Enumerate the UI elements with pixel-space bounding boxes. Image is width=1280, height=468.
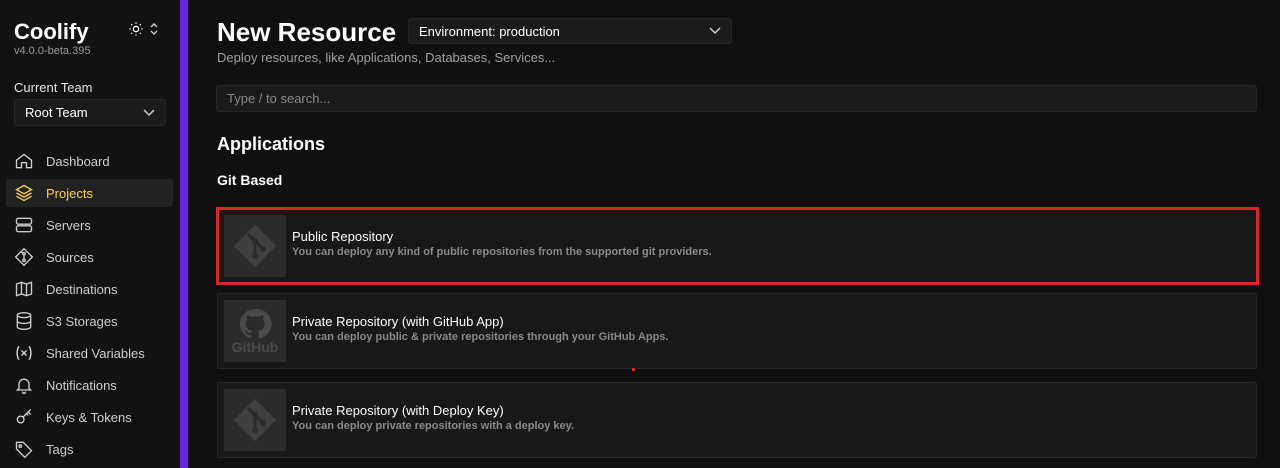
database-icon xyxy=(16,312,32,331)
sidebar-item-label: Notifications xyxy=(46,377,117,393)
subsection-heading-git-based: Git Based xyxy=(217,172,283,188)
sidebar-item-servers[interactable]: Servers xyxy=(6,211,173,239)
github-logo-text: GitHub xyxy=(231,339,279,355)
sidebar-item-label: S3 Storages xyxy=(46,313,118,329)
sidebar-item-dashboard[interactable]: Dashboard xyxy=(6,147,173,175)
card-title: Private Repository (with Deploy Key) xyxy=(292,403,504,418)
environment-select[interactable]: Environment: production xyxy=(408,18,732,44)
sidebar-item-label: Destinations xyxy=(46,281,118,297)
variable-icon xyxy=(16,345,32,361)
sidebar-item-label: Keys & Tokens xyxy=(46,409,132,425)
github-logo-icon: GitHub xyxy=(224,300,286,362)
sidebar-item-shared-variables[interactable]: Shared Variables xyxy=(6,339,173,367)
server-icon xyxy=(15,217,33,233)
current-team-label: Current Team xyxy=(14,80,93,95)
sidebar-item-s3-storages[interactable]: S3 Storages xyxy=(6,307,173,335)
sidebar-item-label: Shared Variables xyxy=(46,345,145,361)
team-select[interactable]: Root Team xyxy=(14,99,166,126)
theme-toggle[interactable] xyxy=(128,21,158,37)
sidebar: Coolify v4.0.0-beta.395 Current Team Roo… xyxy=(0,0,180,468)
resource-card-private-deploy-key[interactable]: Private Repository (with Deploy Key) You… xyxy=(217,382,1257,458)
app-version: v4.0.0-beta.395 xyxy=(14,45,91,57)
card-title: Private Repository (with GitHub App) xyxy=(292,314,504,329)
layers-icon xyxy=(15,184,33,202)
sidebar-item-label: Tags xyxy=(46,441,74,457)
search-input[interactable] xyxy=(216,85,1257,112)
sidebar-item-keys-tokens[interactable]: Keys & Tokens xyxy=(6,403,173,431)
chevron-updown-icon xyxy=(150,23,158,35)
sidebar-item-label: Dashboard xyxy=(46,153,110,169)
section-heading-applications: Applications xyxy=(217,134,326,154)
card-title: Public Repository xyxy=(292,229,394,244)
git-icon xyxy=(14,247,34,267)
map-icon xyxy=(15,281,33,297)
sidebar-item-sources[interactable]: Sources xyxy=(6,243,173,271)
sidebar-item-notifications[interactable]: Notifications xyxy=(6,371,173,399)
sidebar-item-label: Servers xyxy=(46,217,91,233)
cursor-dot xyxy=(632,368,635,371)
sidebar-item-label: Projects xyxy=(46,185,93,201)
sun-icon xyxy=(129,22,143,36)
team-select-value: Root Team xyxy=(25,105,88,120)
sidebar-item-label: Sources xyxy=(46,249,94,265)
sidebar-item-projects[interactable]: Projects xyxy=(6,179,173,207)
page-subtitle: Deploy resources, like Applications, Dat… xyxy=(217,50,556,65)
card-description: You can deploy private repositories with… xyxy=(292,420,575,432)
bell-icon xyxy=(15,378,33,394)
chevron-down-icon xyxy=(143,108,155,116)
git-logo-icon xyxy=(224,215,286,277)
git-logo-icon xyxy=(224,389,286,451)
chevron-down-icon xyxy=(709,27,721,35)
sidebar-divider xyxy=(180,0,188,468)
page-title: New Resource xyxy=(217,17,397,47)
sidebar-nav: Dashboard Projects Servers Sources Desti… xyxy=(6,147,173,467)
card-description: You can deploy any kind of public reposi… xyxy=(292,246,712,258)
resource-card-public-repository[interactable]: Public Repository You can deploy any kin… xyxy=(217,208,1257,284)
sidebar-item-tags[interactable]: Tags xyxy=(6,435,173,463)
resource-card-private-github-app[interactable]: GitHub Private Repository (with GitHub A… xyxy=(217,293,1257,369)
home-icon xyxy=(15,153,33,169)
tag-icon xyxy=(15,441,33,459)
environment-select-value: Environment: production xyxy=(419,23,560,39)
card-description: You can deploy public & private reposito… xyxy=(292,331,669,343)
sidebar-item-destinations[interactable]: Destinations xyxy=(6,275,173,303)
key-icon xyxy=(16,409,32,424)
app-name[interactable]: Coolify xyxy=(14,19,89,45)
